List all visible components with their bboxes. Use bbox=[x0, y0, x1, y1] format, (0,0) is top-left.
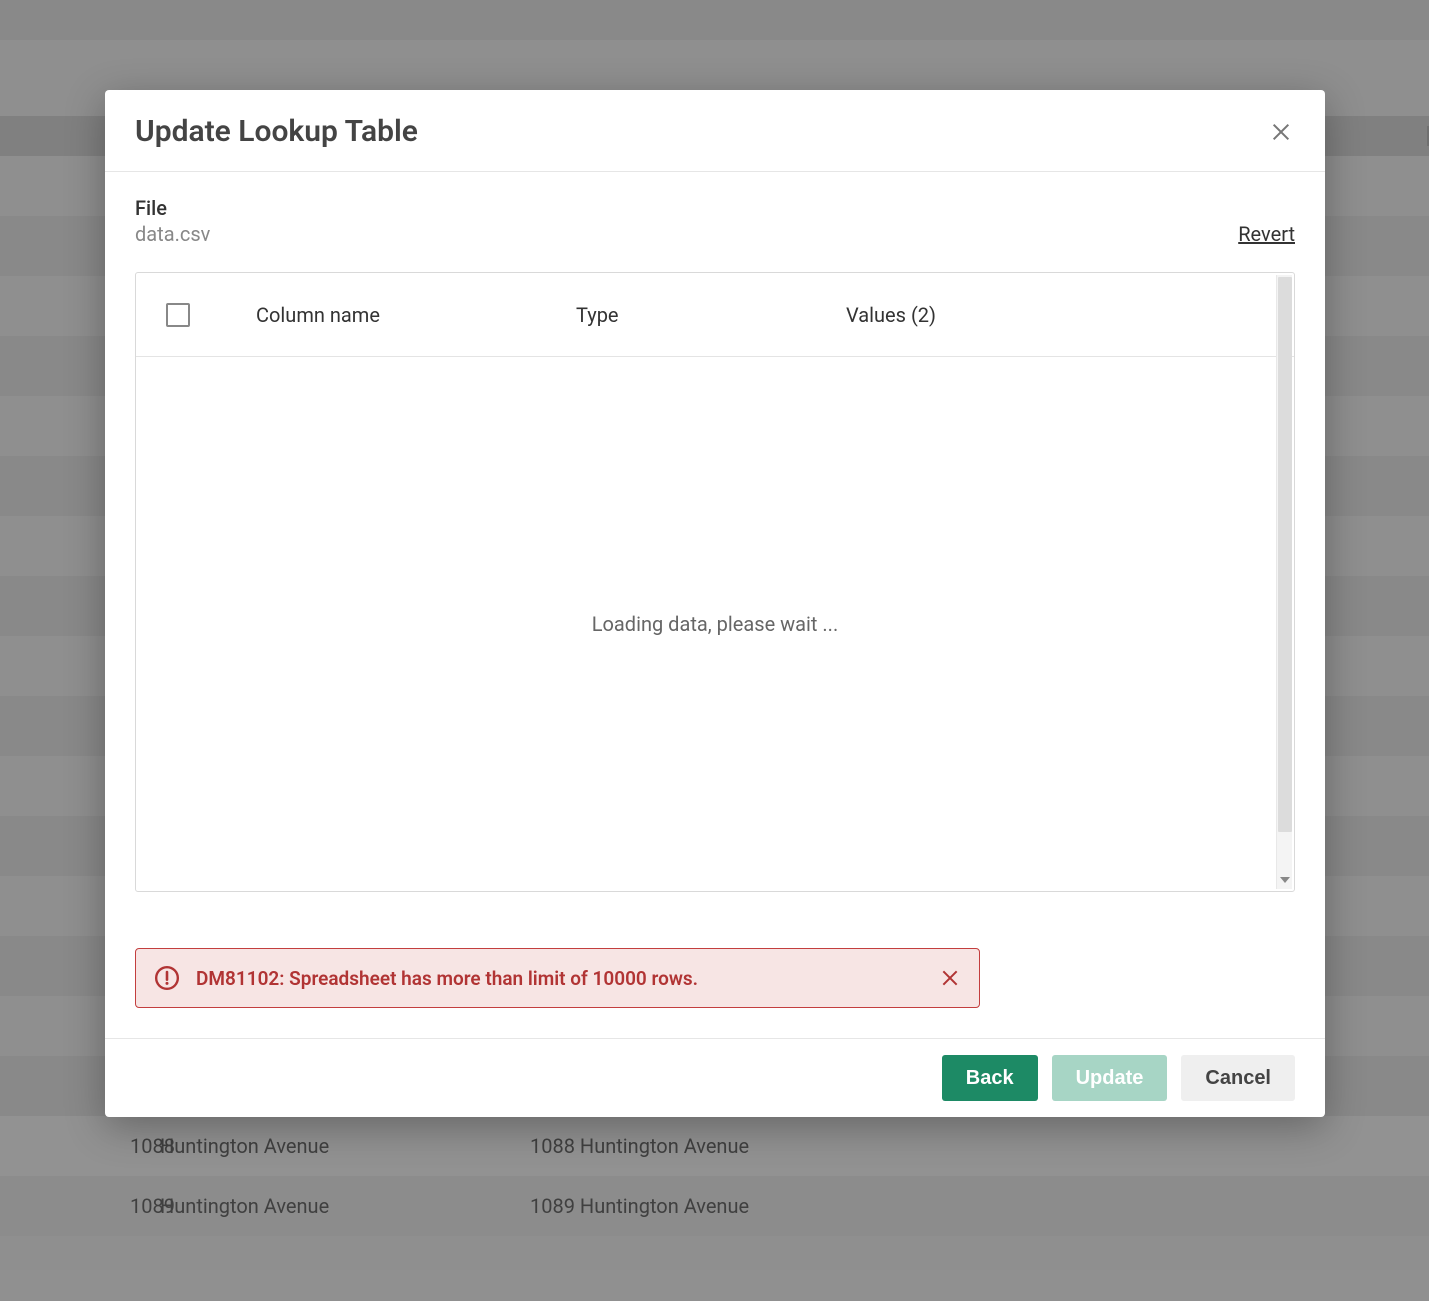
cancel-button[interactable]: Cancel bbox=[1181, 1055, 1295, 1101]
alert-close-button[interactable] bbox=[939, 967, 961, 989]
alert-circle-icon bbox=[154, 965, 180, 991]
update-lookup-table-modal: Update Lookup Table File data.csv Revert… bbox=[105, 90, 1325, 1117]
close-icon bbox=[1270, 121, 1292, 143]
revert-link[interactable]: Revert bbox=[1238, 222, 1295, 246]
table-body: Loading data, please wait ... bbox=[136, 357, 1294, 891]
column-header-name: Column name bbox=[256, 303, 576, 327]
select-all-checkbox[interactable] bbox=[166, 303, 190, 327]
error-alert: DM81102: Spreadsheet has more than limit… bbox=[135, 948, 980, 1008]
column-header-type: Type bbox=[576, 303, 846, 327]
loading-text: Loading data, please wait ... bbox=[592, 612, 838, 636]
modal-body: File data.csv Revert Column name Type Va… bbox=[105, 172, 1325, 1038]
close-button[interactable] bbox=[1267, 118, 1295, 146]
scrollbar[interactable] bbox=[1276, 275, 1292, 889]
modal-header: Update Lookup Table bbox=[105, 90, 1325, 172]
table-header-row: Column name Type Values (2) bbox=[136, 273, 1294, 357]
columns-table: Column name Type Values (2) Loading data… bbox=[135, 272, 1295, 892]
update-button[interactable]: Update bbox=[1052, 1055, 1168, 1101]
modal-title: Update Lookup Table bbox=[135, 114, 418, 149]
alert-text: DM81102: Spreadsheet has more than limit… bbox=[196, 967, 939, 990]
modal-footer: Back Update Cancel bbox=[105, 1038, 1325, 1117]
close-icon bbox=[940, 968, 960, 988]
file-label: File bbox=[135, 196, 210, 220]
column-header-values: Values (2) bbox=[846, 303, 1264, 327]
chevron-down-icon bbox=[1280, 877, 1290, 883]
back-button[interactable]: Back bbox=[942, 1055, 1038, 1101]
scrollbar-thumb[interactable] bbox=[1278, 277, 1292, 832]
file-name: data.csv bbox=[135, 222, 210, 246]
file-row: File data.csv Revert bbox=[135, 196, 1295, 246]
file-info: File data.csv bbox=[135, 196, 210, 246]
